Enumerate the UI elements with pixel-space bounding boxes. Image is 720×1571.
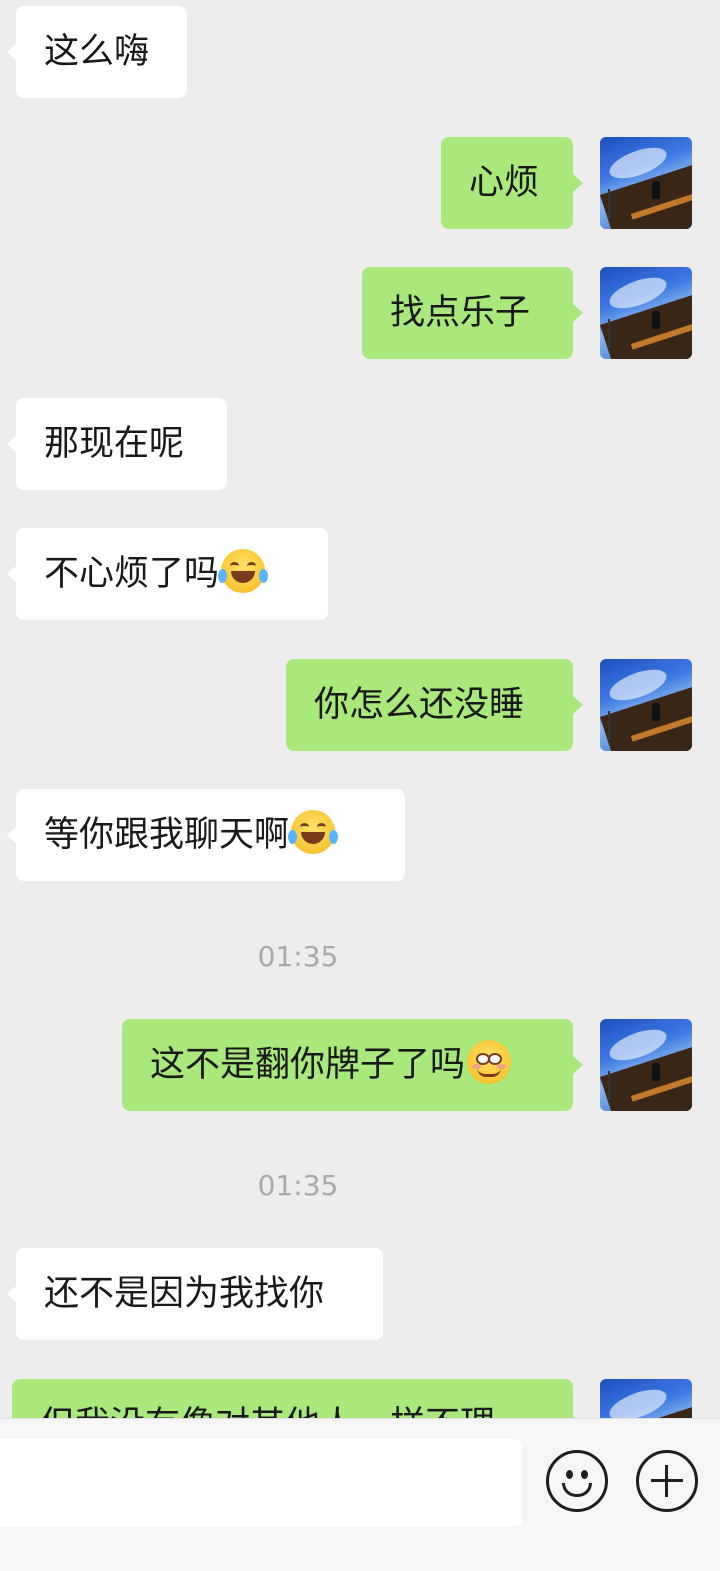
message-text: 不心烦了吗 bbox=[44, 554, 220, 594]
plus-circle-icon[interactable] bbox=[636, 1450, 698, 1512]
message-text: 这么嗨 bbox=[44, 32, 150, 72]
message-text: 但我没有像对其他人一样不理 bbox=[40, 1405, 495, 1418]
incoming-message[interactable]: 这么嗨 bbox=[7, 6, 187, 98]
incoming-message[interactable]: 那现在呢 bbox=[7, 398, 227, 490]
chat-area[interactable]: 这么嗨 心烦 找点乐子 那现在呢 不心烦了吗 你怎么还没睡 等你跟我聊天啊 01… bbox=[0, 0, 720, 1418]
message-text: 那现在呢 bbox=[44, 424, 185, 464]
user-avatar[interactable] bbox=[600, 1379, 692, 1418]
user-avatar[interactable] bbox=[600, 1019, 692, 1111]
outgoing-message[interactable]: 找点乐子 bbox=[362, 267, 583, 359]
incoming-message[interactable]: 不心烦了吗 bbox=[7, 528, 328, 620]
message-text: 还不是因为我找你 bbox=[44, 1274, 325, 1314]
timestamp: 01:35 bbox=[257, 940, 339, 973]
incoming-message[interactable]: 还不是因为我找你 bbox=[7, 1248, 383, 1340]
user-avatar[interactable] bbox=[600, 267, 692, 359]
message-input[interactable] bbox=[0, 1439, 522, 1527]
message-text: 等你跟我聊天啊 bbox=[44, 815, 290, 855]
outgoing-message[interactable]: 这不是翻你牌子了吗 bbox=[122, 1019, 583, 1111]
smirk-emoji bbox=[467, 1040, 512, 1084]
message-text: 这不是翻你牌子了吗 bbox=[150, 1045, 466, 1085]
user-avatar[interactable] bbox=[600, 659, 692, 751]
smile-icon[interactable] bbox=[546, 1450, 608, 1512]
outgoing-message[interactable]: 你怎么还没睡 bbox=[286, 659, 583, 751]
input-toolbar bbox=[0, 1418, 720, 1571]
user-avatar[interactable] bbox=[600, 137, 692, 229]
laugh-cry-emoji bbox=[288, 810, 339, 854]
laugh-cry-emoji bbox=[218, 549, 269, 593]
outgoing-message[interactable]: 但我没有像对其他人一样不理 bbox=[12, 1379, 583, 1418]
timestamp: 01:35 bbox=[257, 1169, 339, 1202]
message-text: 心烦 bbox=[469, 163, 540, 203]
incoming-message[interactable]: 等你跟我聊天啊 bbox=[7, 789, 405, 881]
message-text: 你怎么还没睡 bbox=[314, 685, 525, 725]
message-text: 找点乐子 bbox=[390, 293, 531, 333]
outgoing-message[interactable]: 心烦 bbox=[441, 137, 583, 229]
